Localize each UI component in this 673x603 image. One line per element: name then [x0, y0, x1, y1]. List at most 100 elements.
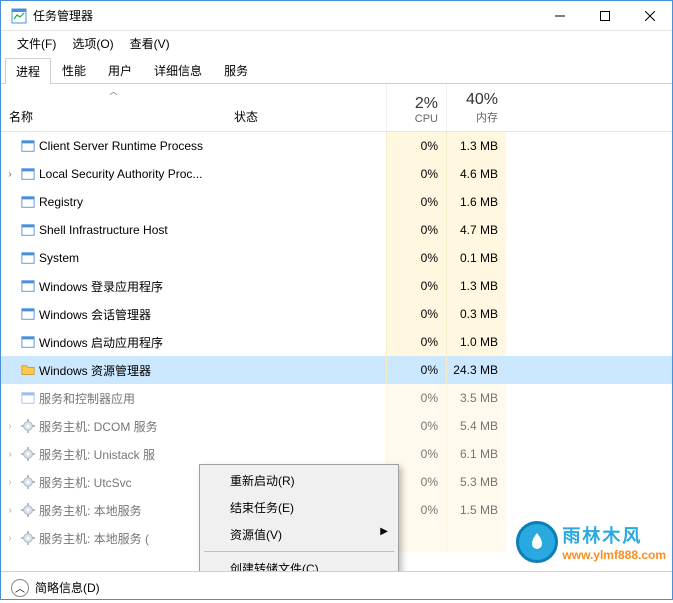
- tab-performance[interactable]: 性能: [51, 57, 97, 83]
- watermark-url: www.ylmf888.com: [562, 548, 666, 562]
- menu-options[interactable]: 选项(O): [64, 33, 121, 54]
- process-name: Shell Infrastructure Host: [37, 223, 386, 237]
- process-memory: 3.5 MB: [446, 384, 506, 412]
- expand-toggle-icon[interactable]: ›: [1, 421, 19, 432]
- process-name: Registry: [37, 195, 386, 209]
- process-name: 服务主机: DCOM 服务: [37, 418, 386, 435]
- process-icon: [19, 334, 37, 350]
- close-button[interactable]: [627, 1, 672, 30]
- process-row[interactable]: ›Local Security Authority Proc...0%4.6 M…: [1, 160, 672, 188]
- tab-details[interactable]: 详细信息: [143, 57, 213, 83]
- tab-services[interactable]: 服务: [213, 57, 259, 83]
- ctx-separator: [204, 551, 394, 552]
- column-name[interactable]: ︿ 名称: [1, 84, 226, 131]
- process-memory: 6.1 MB: [446, 440, 506, 468]
- titlebar: 任务管理器: [1, 1, 672, 31]
- process-name: Windows 会话管理器: [37, 306, 386, 323]
- process-icon: [19, 306, 37, 322]
- watermark-logo-icon: [516, 521, 558, 563]
- process-name: 服务和控制器应用: [37, 390, 386, 407]
- column-status-label: 状态: [234, 108, 258, 125]
- process-memory: 4.6 MB: [446, 160, 506, 188]
- column-memory[interactable]: 40% 内存: [446, 84, 506, 131]
- expand-toggle-icon[interactable]: ›: [1, 169, 19, 180]
- process-cpu: 0%: [386, 244, 446, 272]
- process-name: 服务主机: Unistack 服: [37, 446, 386, 463]
- process-memory: 5.4 MB: [446, 412, 506, 440]
- process-name: Windows 登录应用程序: [37, 278, 386, 295]
- tab-processes[interactable]: 进程: [5, 58, 51, 84]
- process-icon: [19, 502, 37, 518]
- tabbar: 进程 性能 用户 详细信息 服务: [1, 55, 672, 84]
- process-cpu: 0%: [386, 160, 446, 188]
- maximize-button[interactable]: [582, 1, 627, 30]
- menu-file[interactable]: 文件(F): [9, 33, 64, 54]
- ctx-create-dump[interactable]: 创建转储文件(C): [202, 555, 396, 571]
- column-cpu[interactable]: 2% CPU: [386, 84, 446, 131]
- process-name: Windows 资源管理器: [37, 362, 386, 379]
- process-row[interactable]: Windows 登录应用程序0%1.3 MB: [1, 272, 672, 300]
- process-row[interactable]: Windows 资源管理器0%24.3 MB: [1, 356, 672, 384]
- memory-usage-percent: 40%: [455, 91, 498, 109]
- process-memory: 0.3 MB: [446, 300, 506, 328]
- process-memory: 0.1 MB: [446, 244, 506, 272]
- process-row[interactable]: 服务和控制器应用0%3.5 MB: [1, 384, 672, 412]
- watermark-text: 雨林木风: [562, 522, 666, 548]
- process-icon: [19, 278, 37, 294]
- process-memory: 1.6 MB: [446, 188, 506, 216]
- window-title: 任务管理器: [33, 7, 537, 24]
- process-row[interactable]: Windows 启动应用程序0%1.0 MB: [1, 328, 672, 356]
- column-cpu-label: CPU: [395, 113, 438, 125]
- submenu-arrow-icon: ▶: [380, 526, 388, 537]
- process-icon: [19, 446, 37, 462]
- process-cpu: 0%: [386, 188, 446, 216]
- expand-toggle-icon[interactable]: ›: [1, 533, 19, 544]
- process-memory: 1.0 MB: [446, 328, 506, 356]
- footer: ︿ 简略信息(D): [1, 571, 672, 603]
- process-icon: [19, 530, 37, 546]
- menu-view[interactable]: 查看(V): [122, 33, 178, 54]
- process-cpu: 0%: [386, 216, 446, 244]
- process-row[interactable]: Shell Infrastructure Host0%4.7 MB: [1, 216, 672, 244]
- process-icon: [19, 250, 37, 266]
- app-icon: [11, 8, 27, 24]
- process-icon: [19, 474, 37, 490]
- process-cpu: 0%: [386, 412, 446, 440]
- process-row[interactable]: Registry0%1.6 MB: [1, 188, 672, 216]
- process-row[interactable]: Client Server Runtime Process0%1.3 MB: [1, 132, 672, 160]
- ctx-restart[interactable]: 重新启动(R): [202, 467, 396, 494]
- column-memory-label: 内存: [455, 109, 498, 125]
- fewer-details-icon[interactable]: ︿: [11, 579, 29, 597]
- ctx-resource-values[interactable]: 资源值(V) ▶: [202, 521, 396, 548]
- process-icon: [19, 362, 37, 378]
- process-memory: 1.3 MB: [446, 132, 506, 160]
- expand-toggle-icon[interactable]: ›: [1, 449, 19, 460]
- watermark: 雨林木风 www.ylmf888.com: [516, 521, 666, 563]
- process-memory: [446, 524, 506, 552]
- process-icon: [19, 194, 37, 210]
- expand-toggle-icon[interactable]: ›: [1, 477, 19, 488]
- process-row[interactable]: Windows 会话管理器0%0.3 MB: [1, 300, 672, 328]
- column-name-label: 名称: [9, 108, 218, 125]
- process-icon: [19, 166, 37, 182]
- ctx-resource-values-label: 资源值(V): [230, 528, 282, 542]
- process-view: ︿ 名称 状态 2% CPU 40% 内存 Client Server Runt…: [1, 84, 672, 571]
- sort-indicator-icon: ︿: [110, 86, 118, 97]
- minimize-button[interactable]: [537, 1, 582, 30]
- process-memory: 1.3 MB: [446, 272, 506, 300]
- process-memory: 5.3 MB: [446, 468, 506, 496]
- ctx-end-task[interactable]: 结束任务(E): [202, 494, 396, 521]
- process-icon: [19, 390, 37, 406]
- process-row[interactable]: System0%0.1 MB: [1, 244, 672, 272]
- context-menu: 重新启动(R) 结束任务(E) 资源值(V) ▶ 创建转储文件(C) 转到详细信…: [199, 464, 399, 571]
- process-row[interactable]: › 服务主机: DCOM 服务0%5.4 MB: [1, 412, 672, 440]
- fewer-details-label[interactable]: 简略信息(D): [35, 579, 100, 596]
- process-icon: [19, 138, 37, 154]
- process-icon: [19, 418, 37, 434]
- expand-toggle-icon[interactable]: ›: [1, 505, 19, 516]
- column-status[interactable]: 状态: [226, 84, 386, 131]
- process-cpu: 0%: [386, 356, 446, 384]
- tab-users[interactable]: 用户: [97, 57, 143, 83]
- process-icon: [19, 222, 37, 238]
- process-memory: 1.5 MB: [446, 496, 506, 524]
